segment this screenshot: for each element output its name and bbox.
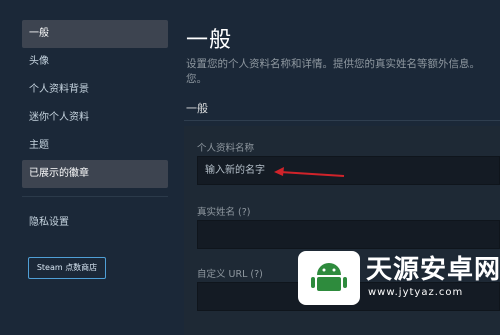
section-title: 一般 — [186, 102, 208, 115]
sidebar-item-avatar[interactable]: 头像 — [22, 48, 168, 76]
sidebar-item-general[interactable]: 一般 — [22, 20, 168, 48]
android-robot-icon — [304, 259, 354, 299]
red-arrow-annotation — [274, 167, 345, 177]
page-description-text: 设置您的个人资料名称和详情。提供您的真实姓名等额外信息。 — [186, 58, 480, 70]
page-description: 设置您的个人资料名称和详情。提供您的真实姓名等额外信息。 您。 — [186, 57, 498, 87]
sidebar-item-profile-background[interactable]: 个人资料背景 — [22, 76, 168, 104]
watermark-url: www.jytyaz.com — [368, 287, 464, 298]
sidebar-item-theme[interactable]: 主题 — [22, 132, 168, 160]
points-shop-button[interactable]: Steam 点数商店 — [28, 257, 106, 279]
real-name-label: 真实姓名 (?) — [197, 207, 251, 218]
sidebar-item-privacy[interactable]: 隐私设置 — [22, 209, 168, 237]
sidebar-divider — [22, 196, 168, 197]
watermark-logo — [298, 251, 360, 305]
profile-name-input[interactable]: 输入新的名字 — [197, 156, 500, 185]
custom-url-label: 自定义 URL (?) — [197, 269, 263, 280]
watermark: 天源安卓网 www.jytyaz.com — [298, 241, 500, 313]
settings-sidebar: 一般 头像 个人资料背景 迷你个人资料 主题 已展示的徽章 隐私设置 — [22, 20, 168, 237]
main-content: 一般 设置您的个人资料名称和详情。提供您的真实姓名等额外信息。 您。 一般 个人… — [184, 20, 500, 335]
sidebar-item-featured-badge[interactable]: 已展示的徽章 — [22, 160, 168, 188]
page-title: 一般 — [186, 28, 233, 53]
page-description-cont: 您。 — [186, 73, 207, 85]
watermark-title: 天源安卓网 — [366, 255, 500, 285]
section-divider — [184, 120, 500, 121]
sidebar-item-mini-profile[interactable]: 迷你个人资料 — [22, 104, 168, 132]
profile-name-label: 个人资料名称 — [197, 143, 255, 154]
